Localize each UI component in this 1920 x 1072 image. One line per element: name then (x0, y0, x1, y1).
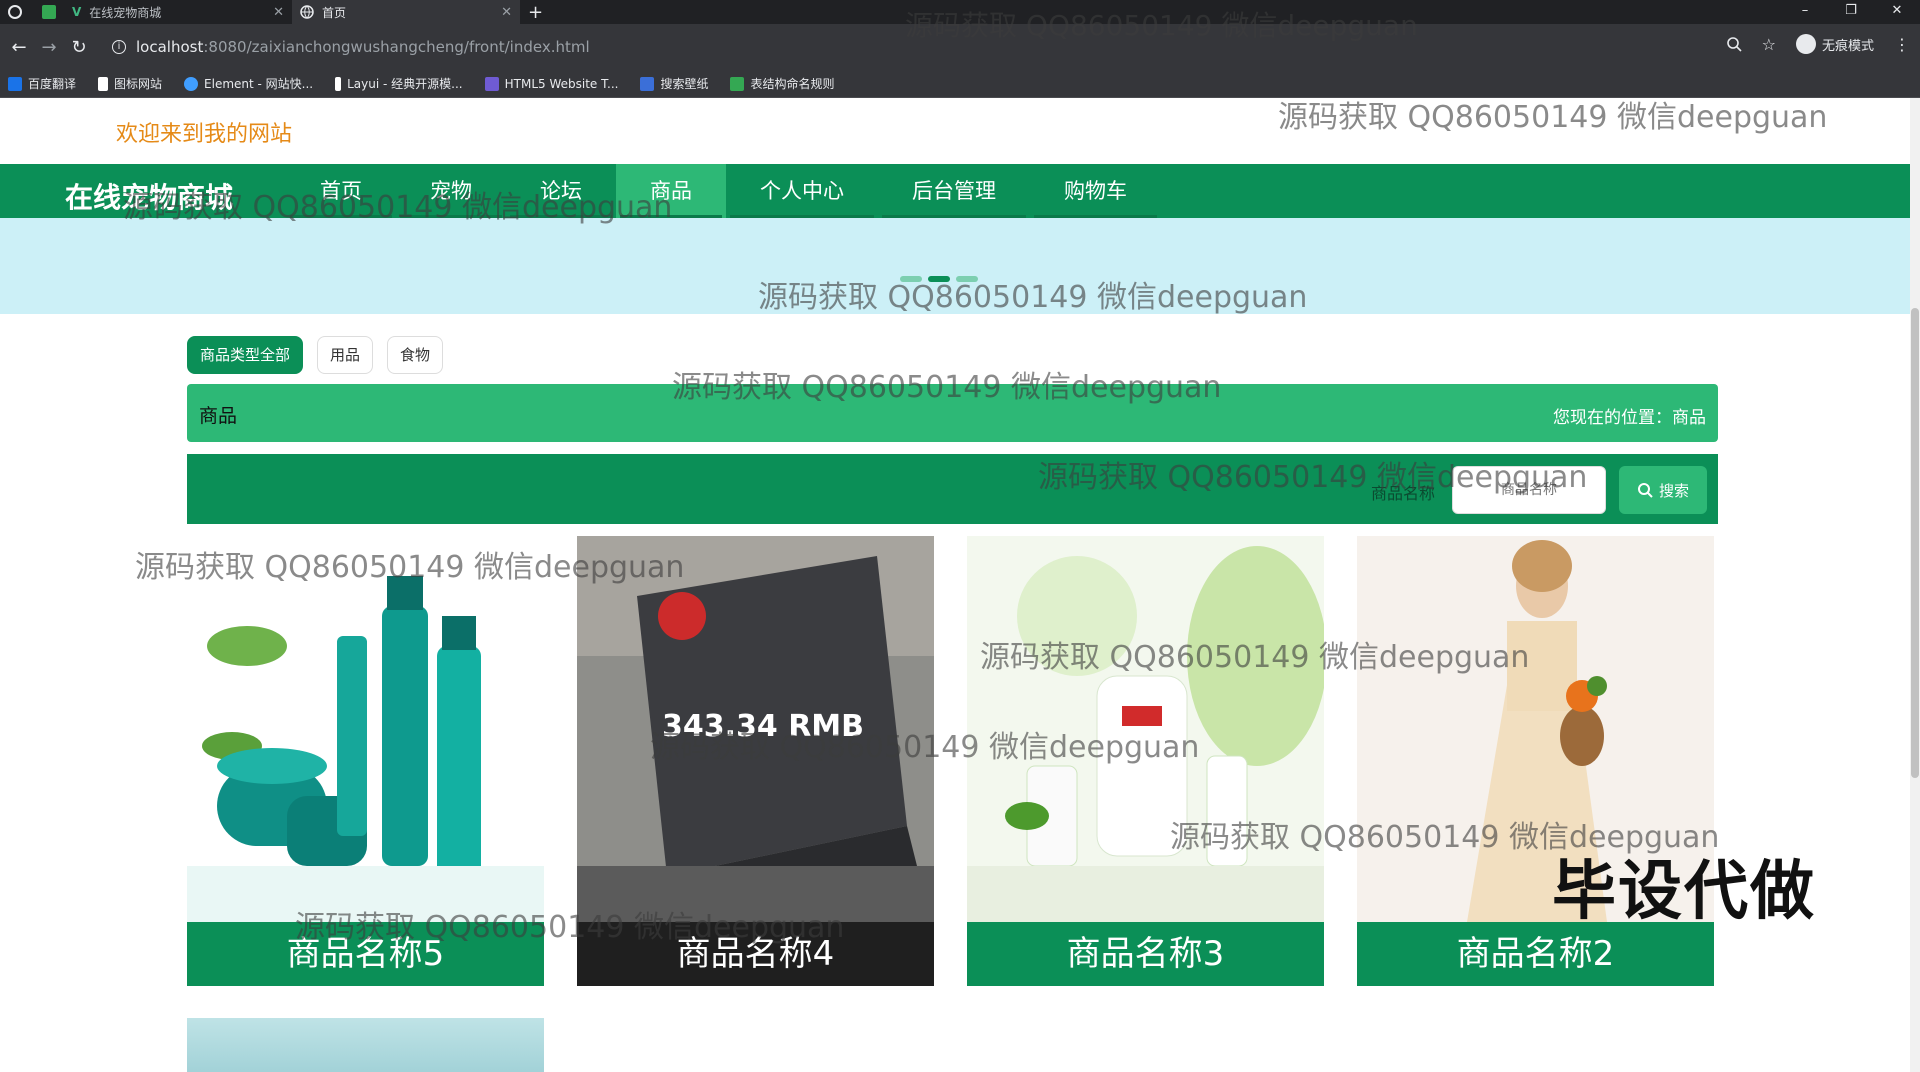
corner-promo-text: 毕设代做 (1552, 855, 1816, 929)
bookmark-item[interactable]: 百度翻译 (8, 75, 76, 92)
url-host: localhost (136, 38, 204, 56)
more-menu-icon[interactable]: ⋮ (1894, 35, 1910, 54)
flag-icon (98, 76, 109, 91)
search-icon (1637, 483, 1653, 498)
bookmarks-bar: 百度翻译 图标网站 Element - 网站快... Layui - 经典开源模… (0, 70, 1920, 98)
breadcrumb: 您现在的位置：商品 (1553, 408, 1706, 428)
vue-icon: V (72, 5, 82, 19)
sheet-icon (730, 76, 745, 91)
product-image-laptop: 343.34 RMB (577, 536, 934, 922)
bookmark-star-icon[interactable]: ☆ (1762, 35, 1776, 54)
reload-icon[interactable]: ↻ (64, 37, 94, 58)
carousel-dot[interactable] (956, 276, 978, 282)
nav-cart[interactable]: 购物车 (1030, 164, 1161, 218)
nav-products[interactable]: 商品 (616, 164, 726, 218)
tab-title: 首页 (322, 5, 347, 20)
layui-icon (335, 76, 342, 91)
breadcrumb-bar: 商品 您现在的位置：商品 (187, 384, 1718, 442)
page-scrollbar[interactable] (1910, 98, 1920, 1072)
product-name[interactable]: 商品名称5 (187, 922, 544, 986)
carousel-dot[interactable] (900, 276, 922, 282)
mouse-cursor-highlight (658, 592, 706, 640)
url-path: :8080/zaixianchongwushangcheng/front/ind… (203, 38, 590, 56)
bookmark-item[interactable]: 搜索壁纸 (640, 75, 708, 92)
incognito-icon (1795, 34, 1816, 54)
product-card-next-row[interactable] (187, 1018, 544, 1072)
wallpaper-icon (640, 76, 655, 91)
section-title: 商品 (199, 405, 238, 427)
url-field[interactable]: i localhost:8080/zaixianchongwushangchen… (112, 35, 590, 59)
bookmark-item[interactable]: Layui - 经典开源模... (335, 75, 463, 92)
pinned-tab-icon[interactable] (34, 0, 64, 24)
product-image-cosmetics (187, 536, 544, 922)
laptop-price-overlay: 343.34 RMB (662, 709, 864, 744)
bookmark-item[interactable]: 图标网站 (98, 75, 162, 92)
search-button-label: 搜索 (1658, 482, 1689, 500)
nav-profile[interactable]: 个人中心 (726, 164, 878, 218)
bookmark-item[interactable]: Element - 网站快... (184, 75, 313, 92)
filter-all[interactable]: 商品类型全部 (187, 336, 304, 374)
profile-label: 无痕模式 (1821, 38, 1874, 54)
html5-icon (484, 76, 499, 91)
close-window-icon[interactable]: ✕ (1874, 0, 1920, 24)
scrollbar-thumb[interactable] (1911, 308, 1919, 778)
nav-home[interactable]: 首页 (286, 164, 396, 218)
window-controls: – ❐ ✕ (1782, 0, 1920, 24)
forward-arrow-icon[interactable]: → (34, 37, 64, 58)
bookmark-item[interactable]: HTML5 Website T... (484, 76, 618, 91)
product-image-bottles (967, 536, 1324, 922)
browser-menu-icon[interactable] (0, 0, 34, 24)
search-bar: 商品名称 搜索 (187, 454, 1718, 524)
filter-supplies[interactable]: 用品 (317, 336, 374, 374)
search-label: 商品名称 (1371, 484, 1436, 503)
search-input[interactable] (1452, 466, 1606, 514)
welcome-text: 欢迎来到我的网站 (116, 122, 293, 147)
close-tab-icon[interactable]: ✕ (273, 5, 284, 20)
nav-forum[interactable]: 论坛 (506, 164, 616, 218)
browser-tab-strip: V 在线宠物商城 ✕ 首页 ✕ + – ❐ ✕ (0, 0, 1920, 24)
product-card[interactable]: 商品名称5 (187, 536, 544, 986)
minimize-icon[interactable]: – (1782, 0, 1828, 24)
product-name[interactable]: 商品名称3 (967, 922, 1324, 986)
address-bar-actions: ☆ 无痕模式 ⋮ (1726, 34, 1910, 54)
bookmark-item[interactable]: 表结构命名规则 (730, 75, 834, 92)
address-bar: ← → ↻ i localhost:8080/zaixianchongwusha… (0, 24, 1920, 70)
nav-admin[interactable]: 后台管理 (878, 164, 1030, 218)
globe-icon (300, 5, 314, 19)
zoom-icon[interactable] (1726, 36, 1742, 52)
site-logo[interactable]: 在线宠物商城 (65, 176, 233, 216)
nav-menu: 首页 宠物 论坛 商品 个人中心 后台管理 购物车 (286, 164, 1161, 218)
banner-carousel (0, 218, 1910, 314)
category-filters: 商品类型全部 用品 食物 (187, 336, 444, 374)
product-card[interactable]: 343.34 RMB 商品名称4 (577, 536, 934, 986)
main-navbar: 在线宠物商城 首页 宠物 论坛 商品 个人中心 后台管理 购物车 (0, 164, 1910, 218)
carousel-dot-active[interactable] (928, 276, 950, 282)
product-name[interactable]: 商品名称4 (577, 922, 934, 986)
search-button[interactable]: 搜索 (1619, 466, 1707, 514)
element-icon (184, 76, 199, 91)
new-tab-button[interactable]: + (520, 0, 551, 24)
product-grid: 商品名称5 343.34 RMB 商品名称4 商品名称3 商品名称2 (187, 536, 1718, 986)
tab-title: 在线宠物商城 (89, 5, 162, 20)
close-tab-icon[interactable]: ✕ (501, 5, 512, 20)
tab-pet-mall[interactable]: V 在线宠物商城 ✕ (64, 0, 292, 24)
product-card[interactable]: 商品名称3 (967, 536, 1324, 986)
info-icon: i (112, 40, 126, 54)
back-arrow-icon[interactable]: ← (4, 37, 34, 58)
carousel-indicators (900, 276, 978, 282)
nav-pets[interactable]: 宠物 (396, 164, 506, 218)
tab-home[interactable]: 首页 ✕ (292, 0, 520, 24)
translate-icon (8, 76, 22, 91)
incognito-profile[interactable]: 无痕模式 (1795, 34, 1874, 54)
restore-icon[interactable]: ❐ (1828, 0, 1874, 24)
filter-food[interactable]: 食物 (387, 336, 444, 374)
